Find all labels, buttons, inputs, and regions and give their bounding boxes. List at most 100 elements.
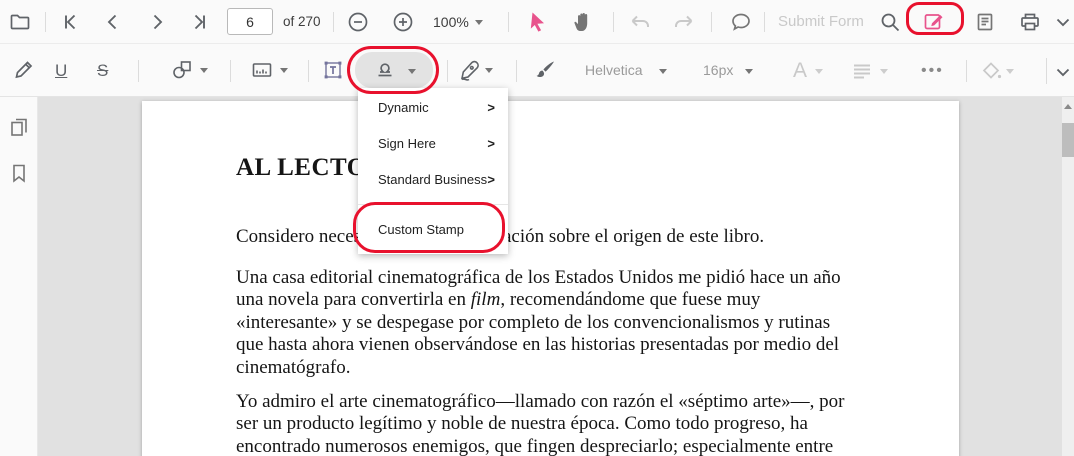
print-icon xyxy=(1021,13,1039,31)
chevron-down-icon xyxy=(880,69,888,74)
strikethrough-button[interactable]: S xyxy=(97,44,108,97)
highlight-pen-button[interactable] xyxy=(13,58,37,82)
font-size-dropdown[interactable]: 16px xyxy=(703,44,733,97)
chevron-down-icon[interactable] xyxy=(280,68,288,73)
zoom-in-button[interactable] xyxy=(391,10,415,34)
zoom-out-icon xyxy=(348,12,368,32)
divider xyxy=(230,60,231,82)
shapes-icon xyxy=(173,61,191,79)
divider xyxy=(138,60,139,82)
chevron-down-icon[interactable] xyxy=(745,69,753,74)
redo-button[interactable] xyxy=(672,11,696,35)
more-tools-button[interactable]: ••• xyxy=(921,44,944,97)
undo-icon xyxy=(631,15,649,27)
stamp-icon xyxy=(378,63,392,77)
select-tool-button[interactable] xyxy=(526,10,550,34)
chevron-down-icon[interactable] xyxy=(408,69,416,74)
annotate-icon xyxy=(924,14,943,30)
font-family-dropdown[interactable]: Helvetica xyxy=(585,44,643,97)
paragraph: Una casa editorial cinematográfica de lo… xyxy=(236,267,841,378)
image-button[interactable] xyxy=(250,58,274,82)
next-page-button[interactable] xyxy=(145,10,169,34)
divider xyxy=(447,60,448,82)
submit-form-button[interactable]: Submit Form xyxy=(778,0,864,44)
zoom-in-icon xyxy=(393,12,413,32)
stamp-tool-button[interactable] xyxy=(355,52,433,88)
select-cursor-icon xyxy=(530,12,544,32)
divider xyxy=(711,12,712,32)
pages-panel-icon xyxy=(11,118,27,136)
divider xyxy=(45,12,46,32)
chevron-down-icon[interactable] xyxy=(200,68,208,73)
format-collapse-button[interactable] xyxy=(1051,60,1074,84)
page-number-input[interactable] xyxy=(227,8,273,35)
menu-item-dynamic[interactable]: Dynamic > xyxy=(358,90,508,126)
last-page-button[interactable] xyxy=(188,10,212,34)
scrollbar-thumb[interactable] xyxy=(1062,123,1074,157)
print-button[interactable] xyxy=(1018,10,1042,34)
chevron-down-icon xyxy=(1056,68,1070,77)
left-panel xyxy=(0,97,38,456)
font-color-button[interactable]: A xyxy=(793,44,807,97)
thumbnails-panel-button[interactable] xyxy=(7,115,31,139)
bookmarks-panel-button[interactable] xyxy=(7,161,31,185)
underline-button[interactable]: U xyxy=(55,44,67,97)
menu-item-sign-here[interactable]: Sign Here > xyxy=(358,126,508,162)
chevron-down-icon[interactable] xyxy=(659,69,667,74)
divider xyxy=(613,12,614,32)
hand-tool-button[interactable] xyxy=(571,10,595,34)
top-toolbar: of 270 100% Submit Form xyxy=(0,0,1074,44)
comment-button[interactable] xyxy=(729,10,753,34)
fill-color-icon xyxy=(982,62,1002,79)
align-button[interactable] xyxy=(850,59,874,83)
submenu-arrow-icon: > xyxy=(487,100,495,115)
zoom-level-dropdown[interactable]: 100% xyxy=(433,0,469,44)
chevron-down-icon[interactable] xyxy=(485,68,493,73)
zoom-out-button[interactable] xyxy=(346,10,370,34)
open-file-button[interactable] xyxy=(8,10,32,34)
text-box-button[interactable] xyxy=(321,58,345,82)
document-canvas: AL LECTOR Considero necesario dar una ex… xyxy=(0,97,1074,456)
stamp-dropdown-menu: Dynamic > Sign Here > Standard Business … xyxy=(358,88,508,254)
divider xyxy=(308,60,309,82)
bookmark-icon xyxy=(13,164,25,183)
prev-page-button[interactable] xyxy=(101,10,125,34)
folder-icon xyxy=(10,14,30,30)
image-icon xyxy=(252,63,272,77)
brush-button[interactable] xyxy=(533,58,557,82)
divider xyxy=(966,60,967,82)
hand-tool-icon xyxy=(574,12,588,31)
search-button[interactable] xyxy=(878,10,902,34)
signature-button[interactable] xyxy=(458,58,482,82)
text-frame-icon xyxy=(324,61,342,79)
shapes-button[interactable] xyxy=(170,58,194,82)
toolbar-collapse-button[interactable] xyxy=(1051,10,1074,34)
chevron-down-icon[interactable] xyxy=(475,20,483,25)
chevron-down-icon xyxy=(1056,18,1070,27)
scroll-up-icon[interactable] xyxy=(1064,104,1072,109)
vertical-scrollbar[interactable] xyxy=(1062,97,1074,456)
last-page-icon xyxy=(194,14,205,30)
first-page-button[interactable] xyxy=(58,10,82,34)
paragraph: Considero necesario dar una explicación … xyxy=(236,226,765,247)
comment-icon xyxy=(732,13,750,31)
menu-item-custom-stamp[interactable]: Custom Stamp xyxy=(358,212,508,248)
divider xyxy=(333,12,334,32)
redo-icon xyxy=(675,15,693,27)
submenu-arrow-icon: > xyxy=(487,136,495,151)
divider xyxy=(1046,58,1047,84)
menu-divider xyxy=(358,204,508,205)
page-count-label: of 270 xyxy=(283,14,321,29)
undo-button[interactable] xyxy=(628,11,652,35)
divider xyxy=(508,12,509,32)
annotation-toolbar: U S Helvetica 16px A ••• xyxy=(0,44,1074,97)
brush-icon xyxy=(536,61,554,78)
first-page-icon xyxy=(65,14,76,30)
pdf-page[interactable]: AL LECTOR Considero necesario dar una ex… xyxy=(142,101,959,456)
fill-color-button[interactable] xyxy=(980,59,1004,83)
notes-panel-button[interactable] xyxy=(973,10,997,34)
menu-item-standard-business[interactable]: Standard Business > xyxy=(358,162,508,198)
signature-icon xyxy=(460,60,479,81)
pdf-editor-window: of 270 100% Submit Form xyxy=(0,0,1074,456)
annotate-mode-button[interactable] xyxy=(922,10,946,34)
